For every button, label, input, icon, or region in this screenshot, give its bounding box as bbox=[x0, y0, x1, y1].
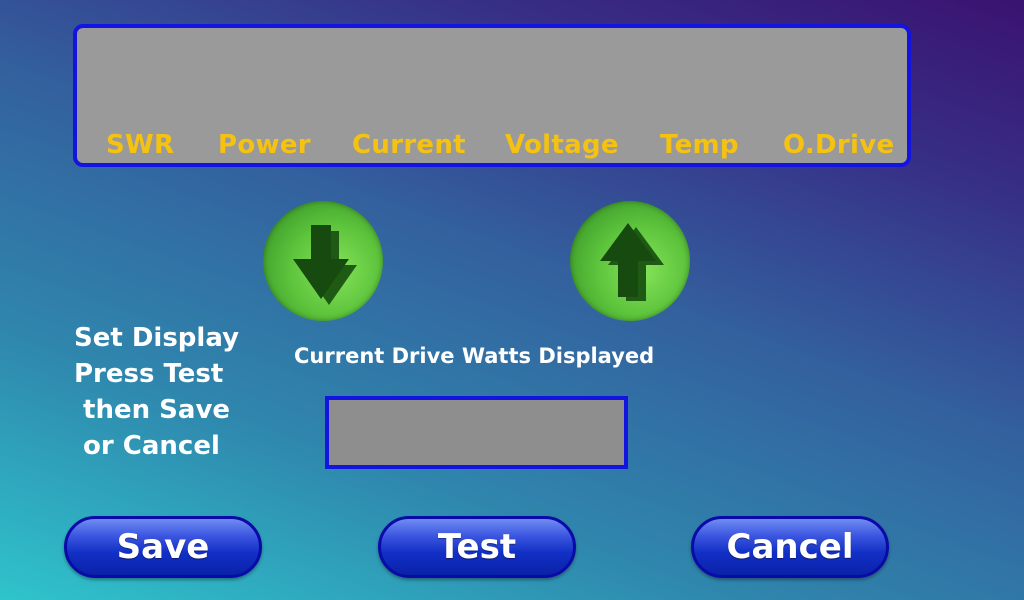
drive-watts-display bbox=[325, 396, 628, 469]
arrow-down-icon bbox=[293, 225, 357, 305]
meter-display-panel: SWR Power Current Voltage Temp O.Drive bbox=[73, 24, 911, 167]
instructions-text: Set Display Press Test then Save or Canc… bbox=[74, 323, 240, 461]
test-button[interactable]: Test bbox=[378, 516, 576, 578]
save-button[interactable]: Save bbox=[64, 516, 262, 578]
meter-label-temp: Temp bbox=[660, 130, 739, 160]
meter-label-odrive: O.Drive bbox=[783, 130, 895, 160]
decrease-drive-button[interactable] bbox=[263, 201, 383, 321]
increase-drive-button[interactable] bbox=[570, 201, 690, 321]
cancel-button[interactable]: Cancel bbox=[691, 516, 889, 578]
meter-label-power: Power bbox=[218, 130, 311, 160]
arrow-up-icon bbox=[600, 223, 664, 301]
meter-label-voltage: Voltage bbox=[505, 130, 619, 160]
drive-watts-caption: Current Drive Watts Displayed bbox=[294, 344, 655, 368]
meter-label-current: Current bbox=[352, 130, 466, 160]
meter-label-swr: SWR bbox=[106, 130, 175, 160]
